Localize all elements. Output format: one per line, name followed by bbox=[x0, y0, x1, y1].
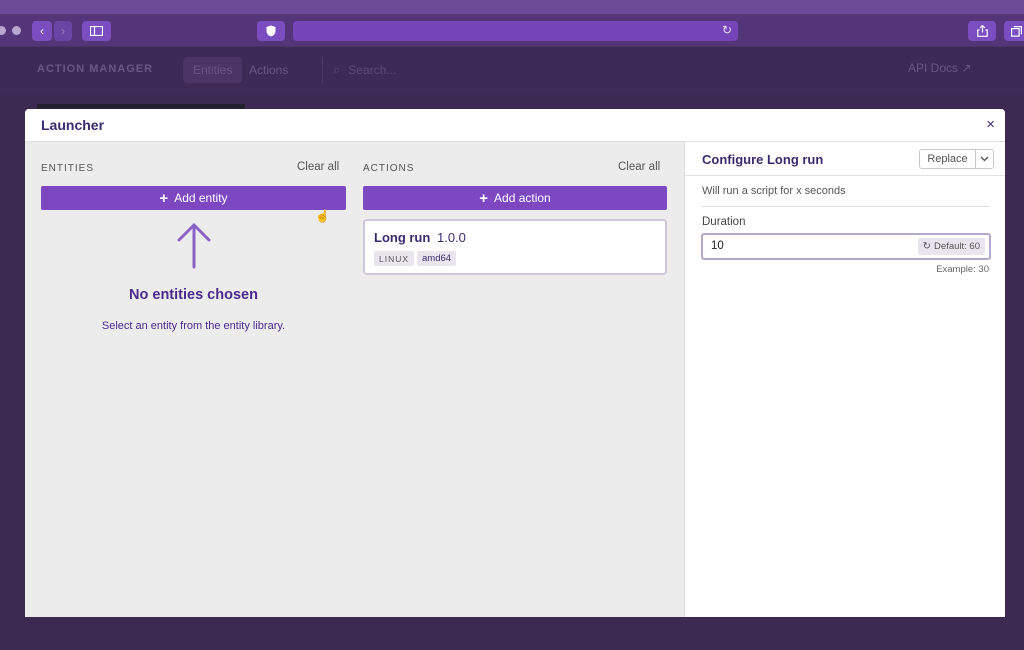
add-action-button[interactable]: + Add action bbox=[363, 186, 667, 210]
window-control-dot[interactable] bbox=[0, 26, 6, 35]
chevron-down-icon bbox=[980, 156, 989, 162]
share-icon bbox=[976, 25, 988, 37]
arch-tag: amd64 bbox=[417, 251, 457, 266]
tab-actions[interactable]: Actions bbox=[239, 57, 298, 83]
reload-icon[interactable]: ↻ bbox=[722, 23, 732, 37]
duration-input[interactable]: 10 ↻ Default: 60 bbox=[701, 233, 991, 260]
shield-icon bbox=[266, 25, 276, 37]
action-name: Long run bbox=[374, 230, 431, 245]
reset-default-button[interactable]: ↻ Default: 60 bbox=[917, 238, 985, 255]
add-entity-button[interactable]: + Add entity bbox=[41, 186, 346, 210]
replace-dropdown-button[interactable] bbox=[975, 149, 994, 169]
add-action-label: Add action bbox=[494, 191, 551, 205]
app-header: ACTION MANAGER Entities Actions ⌕ Search… bbox=[0, 46, 1024, 94]
config-panel: Configure Long run Replace Will run a sc… bbox=[684, 142, 1005, 617]
chevron-left-icon: ‹ bbox=[40, 24, 44, 38]
sidebar-toggle-button[interactable] bbox=[82, 21, 111, 41]
os-tag: LINUX bbox=[374, 251, 415, 266]
browser-toolbar: ‹ › ↻ bbox=[0, 0, 1024, 46]
back-button[interactable]: ‹ bbox=[32, 21, 52, 41]
add-entity-label: Add entity bbox=[174, 191, 228, 205]
chevron-right-icon: › bbox=[61, 24, 65, 38]
actions-clear-all-button[interactable]: Clear all bbox=[618, 161, 660, 173]
duration-value: 10 bbox=[711, 240, 724, 252]
divider bbox=[685, 175, 1005, 176]
actions-heading: ACTIONS bbox=[363, 163, 415, 174]
entities-heading: ENTITIES bbox=[41, 163, 95, 174]
config-title: Configure Long run bbox=[702, 152, 824, 167]
empty-state-subtitle: Select an entity from the entity library… bbox=[101, 320, 286, 332]
duration-label: Duration bbox=[702, 216, 746, 228]
reset-icon: ↻ bbox=[922, 241, 932, 252]
action-version: 1.0.0 bbox=[437, 230, 466, 245]
launcher-modal: Launcher × ENTITIES Clear all + Add enti… bbox=[25, 109, 1005, 617]
replace-button[interactable]: Replace bbox=[919, 149, 976, 169]
api-docs-link[interactable]: API Docs ↗ bbox=[908, 61, 971, 75]
sidebar-icon bbox=[90, 26, 103, 36]
arrow-up-icon bbox=[177, 223, 211, 269]
close-icon[interactable]: × bbox=[986, 116, 995, 133]
modal-title: Launcher bbox=[41, 117, 105, 133]
plus-icon: + bbox=[479, 189, 489, 207]
modal-header: Launcher × bbox=[25, 109, 1005, 142]
browser-title-strip bbox=[0, 0, 1024, 14]
app-brand: ACTION MANAGER bbox=[37, 63, 154, 75]
default-value-label: Default: 60 bbox=[934, 241, 980, 252]
search-input[interactable]: ⌕ Search... bbox=[322, 57, 882, 83]
search-placeholder: Search... bbox=[348, 63, 397, 77]
forward-button[interactable]: › bbox=[54, 21, 72, 41]
pointer-cursor-icon: ☝ bbox=[315, 209, 330, 223]
privacy-shield-button[interactable] bbox=[257, 21, 285, 41]
action-card[interactable]: Long run 1.0.0 LINUX amd64 bbox=[363, 219, 667, 275]
window-control-dot[interactable] bbox=[12, 26, 21, 35]
search-icon: ⌕ bbox=[333, 62, 341, 77]
duration-example: Example: 30 bbox=[936, 264, 989, 275]
tab-entities[interactable]: Entities bbox=[183, 57, 243, 83]
empty-state-title: No entities chosen bbox=[129, 287, 258, 303]
address-bar[interactable]: ↻ bbox=[293, 21, 738, 41]
plus-icon: + bbox=[159, 189, 169, 207]
share-button[interactable] bbox=[968, 21, 996, 41]
tabs-overview-button[interactable] bbox=[1004, 21, 1024, 41]
tabs-icon bbox=[1010, 25, 1022, 37]
entities-clear-all-button[interactable]: Clear all bbox=[297, 161, 339, 173]
divider bbox=[702, 206, 990, 207]
config-description: Will run a script for x seconds bbox=[702, 185, 846, 197]
